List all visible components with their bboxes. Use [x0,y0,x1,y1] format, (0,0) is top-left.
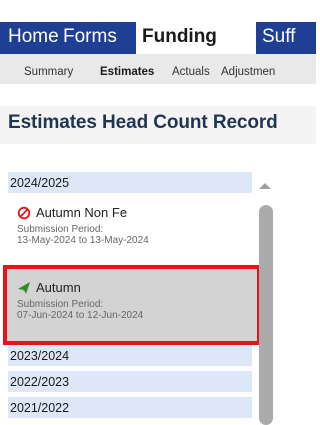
send-arrow-icon [17,281,31,295]
page-title: Estimates Head Count Record [8,112,278,133]
year-row-2024-2025[interactable]: 2024/2025 [8,172,252,193]
submission-period-dates: 13-May-2024 to 13-May-2024 [17,235,149,246]
sub-navigation: Summary Estimates Actuals Adjustmen [0,54,316,84]
tab-funding[interactable]: Funding [132,22,260,54]
period-title: Autumn [36,280,81,295]
submission-period-label: Submission Period: [17,224,104,235]
list-scrollbar[interactable] [252,172,280,425]
scroll-up-arrow-icon[interactable] [259,183,271,189]
year-row-2021-2022[interactable]: 2021/2022 [8,397,252,418]
period-item-autumn[interactable]: Autumn Submission Period: 07-Jun-2024 to… [8,280,252,321]
year-row-2023-2024[interactable]: 2023/2024 [8,345,252,366]
submission-period-label: Submission Period: [17,299,104,310]
scroll-thumb[interactable] [259,205,273,425]
subnav-actuals[interactable]: Actuals [172,54,210,84]
subnav-estimates[interactable]: Estimates [100,54,154,84]
year-row-2022-2023[interactable]: 2022/2023 [8,371,252,392]
subnav-adjustments[interactable]: Adjustmen [221,54,275,84]
period-title: Autumn Non Fe [36,205,128,220]
period-item-autumn-non-fe[interactable]: Autumn Non Fe Submission Period: 13-May-… [8,205,252,246]
tab-home[interactable]: Home [8,22,59,54]
top-navigation: Home Forms Funding Suff [0,22,316,54]
tab-suff[interactable]: Suff [262,22,295,54]
subnav-summary[interactable]: Summary [24,54,73,84]
blocked-icon [17,206,31,220]
tab-forms[interactable]: Forms [63,22,117,54]
page-header: Estimates Head Count Record [0,106,316,144]
submission-period-dates: 07-Jun-2024 to 12-Jun-2024 [17,310,144,321]
